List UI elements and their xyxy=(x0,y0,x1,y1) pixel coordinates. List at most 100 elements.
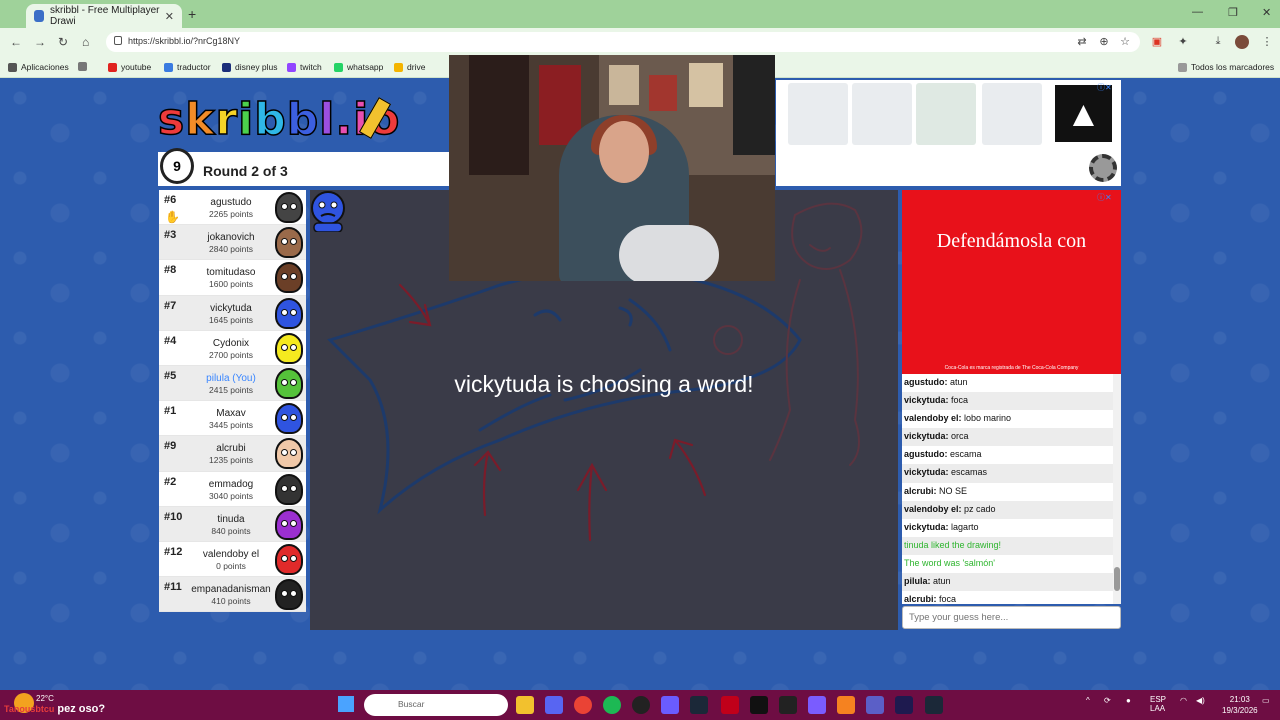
extension-icon[interactable]: ▣ xyxy=(1150,35,1164,49)
bookmark-star-icon[interactable]: ☆ xyxy=(1118,35,1132,49)
bookmark-drive[interactable]: drive xyxy=(394,62,425,72)
chrome-icon[interactable] xyxy=(574,696,592,714)
tab-strip: skribbl - Free Multiplayer Drawi ✕ + — ❐… xyxy=(0,0,1280,28)
player-row[interactable]: #11 empanadanisman 410 points xyxy=(159,577,306,613)
player-row[interactable]: #10 tinuda 840 points xyxy=(159,506,306,542)
language-indicator[interactable]: ESP LAA xyxy=(1150,695,1166,713)
tray-sync-icon[interactable]: ⟳ xyxy=(1104,696,1111,705)
bookmark-twitch[interactable]: twitch xyxy=(287,62,322,72)
maximize-icon[interactable]: ❐ xyxy=(1228,6,1238,19)
notion-icon[interactable] xyxy=(779,696,797,714)
url-text: https://skribbl.io/?nrCg18NY xyxy=(128,36,241,46)
notifications-icon[interactable]: ▭ xyxy=(1262,696,1270,705)
chat-text: foca xyxy=(951,395,969,406)
player-avatar-icon xyxy=(275,262,303,294)
player-points: 410 points xyxy=(211,596,251,607)
player-row[interactable]: #6 agustudo 2265 points ✋ xyxy=(159,190,306,226)
player-row[interactable]: #1 Maxav 3445 points xyxy=(159,401,306,437)
ad-product-sweater[interactable] xyxy=(916,83,976,145)
home-icon[interactable]: ⌂ xyxy=(82,35,89,49)
chat-author: vickytuda: xyxy=(904,431,949,442)
translate-icon[interactable]: ⇄ xyxy=(1075,35,1089,49)
address-bar[interactable]: https://skribbl.io/?nrCg18NY xyxy=(106,32,1140,52)
chat-text: The word was 'salmón' xyxy=(904,557,995,568)
forward-icon[interactable]: → xyxy=(34,35,46,49)
extensions-puzzle-icon[interactable]: ✦ xyxy=(1176,35,1190,49)
chat-author: alcrubi: xyxy=(904,594,937,604)
all-bookmarks[interactable]: Todos los marcadores xyxy=(1178,62,1274,72)
chat-scrollbar[interactable] xyxy=(1113,374,1121,604)
chat-message: vickytuda: lagarto xyxy=(902,519,1121,537)
player-avatar-icon xyxy=(275,543,303,575)
player-row[interactable]: #9 alcrubi 1235 points xyxy=(159,436,306,472)
teams-icon[interactable] xyxy=(866,696,884,714)
adchoices-side-icon[interactable]: ⓘ✕ xyxy=(1097,192,1112,203)
minimize-icon[interactable]: — xyxy=(1192,6,1203,18)
back-icon[interactable]: ← xyxy=(10,35,22,49)
steam-icon[interactable] xyxy=(690,696,708,714)
app-icon-2[interactable] xyxy=(721,696,739,714)
tab-skribbl[interactable]: skribbl - Free Multiplayer Drawi ✕ xyxy=(26,4,182,28)
download-icon[interactable]: ⤓ xyxy=(1211,35,1225,49)
weather-temp: 22°C xyxy=(36,694,54,703)
tray-chevron-icon[interactable]: ^ xyxy=(1086,696,1090,705)
tab-title: skribbl - Free Multiplayer Drawi xyxy=(50,5,160,27)
chat-panel: agustudo: atun vickytuda: foca valendoby e… xyxy=(902,374,1121,604)
player-row[interactable]: #12 valendoby el 0 points xyxy=(159,541,306,578)
ad-product-shirt[interactable] xyxy=(982,83,1042,145)
ad-product-sweatshirt[interactable] xyxy=(788,83,848,145)
ad-product-hoodie[interactable] xyxy=(852,83,912,145)
volume-icon[interactable]: ◀) xyxy=(1196,696,1205,705)
premiere-icon[interactable] xyxy=(895,696,913,714)
player-name: valendoby el xyxy=(202,548,260,560)
bookmark-youtube[interactable]: youtube xyxy=(108,62,151,72)
bookmark-whatsapp[interactable]: whatsapp xyxy=(334,62,383,72)
fl-studio-icon[interactable] xyxy=(837,696,855,714)
player-row[interactable]: #4 Cydonix 2700 points xyxy=(159,330,306,366)
capcut-icon[interactable] xyxy=(750,696,768,714)
chat-message: valendoby el: lobo marino xyxy=(902,410,1121,428)
player-row[interactable]: #3 jokanovich 2840 points xyxy=(159,225,306,261)
player-row[interactable]: #5 pilula (You) 2415 points xyxy=(159,365,306,402)
close-tab-icon[interactable]: ✕ xyxy=(165,10,174,23)
site-info-icon[interactable] xyxy=(114,36,122,45)
bookmark-grid[interactable] xyxy=(78,62,91,71)
system-clock[interactable]: 21:03 19/3/2026 xyxy=(1222,694,1258,716)
file-explorer-icon[interactable] xyxy=(516,696,534,714)
tree-logo-icon[interactable]: ▲ xyxy=(1055,85,1112,142)
profile-avatar-icon[interactable] xyxy=(1235,35,1249,49)
zoom-icon[interactable]: ⊕ xyxy=(1097,35,1111,49)
bookmark-traductor[interactable]: traductor xyxy=(164,62,211,72)
round-indicator: Round 2 of 3 xyxy=(203,163,288,179)
discord-icon[interactable] xyxy=(545,696,563,714)
player-row[interactable]: #2 emmadog 3040 points xyxy=(159,471,306,507)
player-row[interactable]: #7 vickytuda 1645 points xyxy=(159,295,306,331)
reload-icon[interactable]: ↻ xyxy=(58,35,68,49)
player-avatar-icon xyxy=(275,579,303,611)
bookmark-apps[interactable]: Aplicaciones xyxy=(8,62,69,72)
player-row[interactable]: #8 tomitudaso 1600 points xyxy=(159,260,306,296)
spotify-icon[interactable] xyxy=(603,696,621,714)
settings-gear-icon[interactable] xyxy=(1089,154,1117,182)
wifi-icon[interactable]: ◠ xyxy=(1180,696,1187,705)
new-tab-icon[interactable]: + xyxy=(188,6,196,22)
obs-icon[interactable] xyxy=(632,696,650,714)
player-name: pilula (You) xyxy=(206,372,256,384)
bookmark-disney[interactable]: disney plus xyxy=(222,62,278,72)
windows-start-icon[interactable] xyxy=(338,696,354,712)
app-icon-3[interactable] xyxy=(808,696,826,714)
tray-mic-icon[interactable]: ● xyxy=(1126,696,1131,705)
taskbar-search[interactable]: Buscar xyxy=(364,694,508,716)
ad-banner-side[interactable]: Defendámosla con Coca-Cola es marca regi… xyxy=(902,190,1121,374)
adchoices-icon[interactable]: ⓘ✕ xyxy=(1097,82,1112,93)
chat-text: lagarto xyxy=(951,521,979,532)
player-points: 1235 points xyxy=(209,455,253,466)
chat-message: pilula: atun xyxy=(902,573,1121,592)
steam-icon-2[interactable] xyxy=(925,696,943,714)
menu-kebab-icon[interactable]: ⋮ xyxy=(1260,35,1274,49)
player-points: 0 points xyxy=(216,560,246,571)
close-window-icon[interactable]: ✕ xyxy=(1262,6,1271,19)
guess-input[interactable] xyxy=(902,606,1121,629)
app-icon-1[interactable] xyxy=(661,696,679,714)
chat-text: atun xyxy=(950,377,968,387)
